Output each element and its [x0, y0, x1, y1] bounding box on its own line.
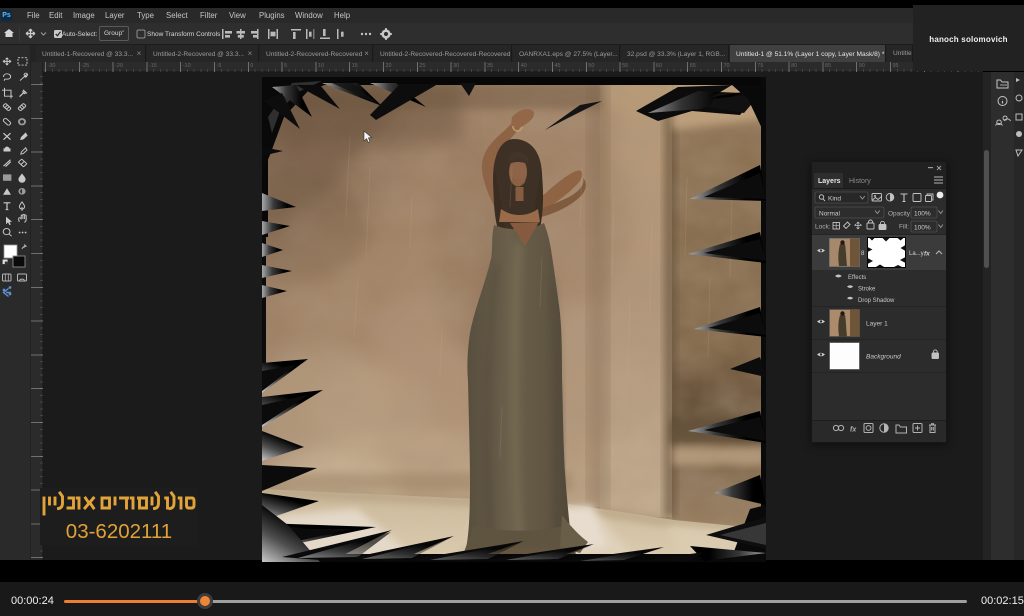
svg-text:History: History [849, 178, 871, 185]
svg-text:Opacity:: Opacity: [888, 210, 912, 217]
svg-text:Layer 1: Layer 1 [866, 321, 888, 328]
svg-text:Lock:: Lock: [815, 224, 831, 231]
svg-text:03-6202111: 03-6202111 [66, 520, 172, 543]
svg-text:La...y: La...y [909, 251, 924, 257]
svg-text:Normal: Normal [819, 210, 841, 217]
svg-text:Fill:: Fill: [899, 224, 909, 231]
svg-text:fx: fx [924, 251, 930, 258]
svg-text:Background: Background [866, 354, 901, 361]
svg-text:Effects: Effects [848, 275, 866, 281]
svg-text:Layers: Layers [818, 178, 841, 185]
svg-text:fx: fx [850, 427, 857, 434]
svg-text:Kind: Kind [828, 195, 841, 202]
svg-text:Stroke: Stroke [858, 287, 876, 293]
svg-text:100%: 100% [914, 224, 931, 231]
svg-text:Drop Shadow: Drop Shadow [858, 298, 895, 304]
svg-text:100%: 100% [914, 210, 931, 217]
